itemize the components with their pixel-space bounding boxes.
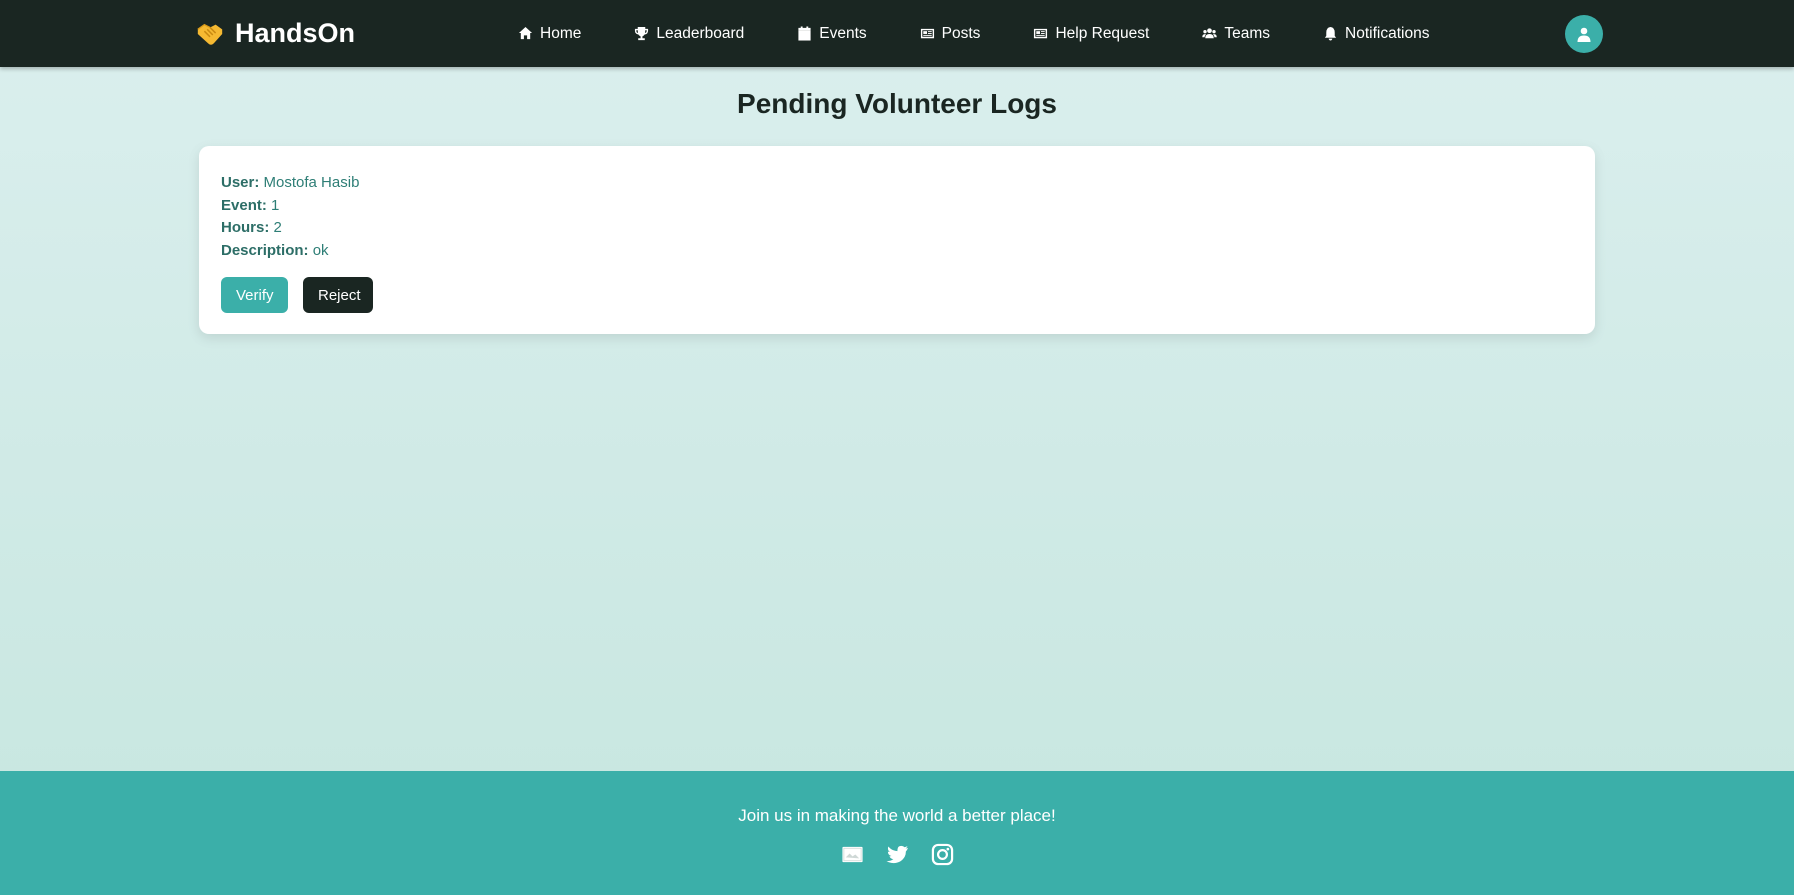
twitter-icon[interactable] [885, 843, 909, 866]
log-event-row: Event: 1 [221, 195, 1573, 218]
user-icon [1577, 27, 1591, 42]
nav-item-label: Home [540, 24, 582, 42]
nav-item-label: Notifications [1345, 24, 1430, 42]
nav-item-posts[interactable]: Posts [920, 24, 981, 43]
nav-item-events[interactable]: Events [797, 24, 867, 43]
nav-item-help-request[interactable]: Help Request [1033, 25, 1149, 43]
newspaper-icon [920, 28, 934, 39]
reject-button[interactable]: Reject [303, 277, 373, 313]
page-title: Pending Volunteer Logs [737, 88, 1057, 119]
volunteer-log-card: User: Mostofa Hasib Event: 1 Hours: 2 De… [199, 146, 1595, 334]
log-user-label: User: [221, 174, 260, 191]
log-user-row: User: Mostofa Hasib [221, 172, 1573, 195]
log-event-value: 1 [271, 196, 280, 214]
log-hours-value: 2 [273, 219, 282, 236]
calendar-icon [798, 26, 811, 41]
log-description-value: ok [312, 241, 329, 259]
nav-item-label: Teams [1224, 24, 1271, 42]
log-event-label: Event: [221, 196, 267, 214]
home-icon [518, 26, 533, 40]
nav-item-label: Help Request [1055, 24, 1150, 42]
log-actions: Verify Reject [221, 277, 1573, 313]
nav-item-notifications[interactable]: Notifications [1323, 25, 1429, 43]
nav-links: Home Leaderboard Events Posts Help Reque… [518, 0, 1429, 67]
bell-icon [1324, 26, 1337, 41]
footer: Join us in making the world a better pla… [0, 771, 1794, 895]
nav-item-teams[interactable]: Teams [1202, 25, 1270, 43]
log-hours-label: Hours: [221, 219, 270, 236]
brand[interactable]: HandsOn [195, 0, 355, 67]
newspaper-icon [1034, 28, 1048, 39]
nav-item-home[interactable]: Home [518, 25, 581, 43]
log-description-row: Description: ok [221, 240, 1573, 263]
instagram-icon[interactable] [931, 843, 954, 866]
nav-item-label: Posts [941, 24, 981, 42]
social-links [0, 843, 1794, 866]
handshake-icon [195, 19, 225, 49]
avatar[interactable] [1565, 15, 1603, 53]
navbar: HandsOn Home Leaderboard Events Posts He… [0, 0, 1794, 67]
trophy-icon [635, 26, 649, 41]
brand-name: HandsOn [235, 18, 356, 48]
users-icon [1202, 28, 1218, 39]
nav-item-label: Events [819, 24, 867, 42]
log-description-label: Description: [221, 241, 309, 259]
log-user-value: Mostofa Hasib [263, 174, 360, 191]
footer-tagline: Join us in making the world a better pla… [738, 806, 1056, 825]
verify-button[interactable]: Verify [221, 277, 288, 313]
facebook-icon[interactable] [841, 843, 864, 866]
log-hours-row: Hours: 2 [221, 217, 1573, 240]
nav-item-leaderboard[interactable]: Leaderboard [634, 25, 744, 43]
nav-item-label: Leaderboard [656, 24, 745, 42]
